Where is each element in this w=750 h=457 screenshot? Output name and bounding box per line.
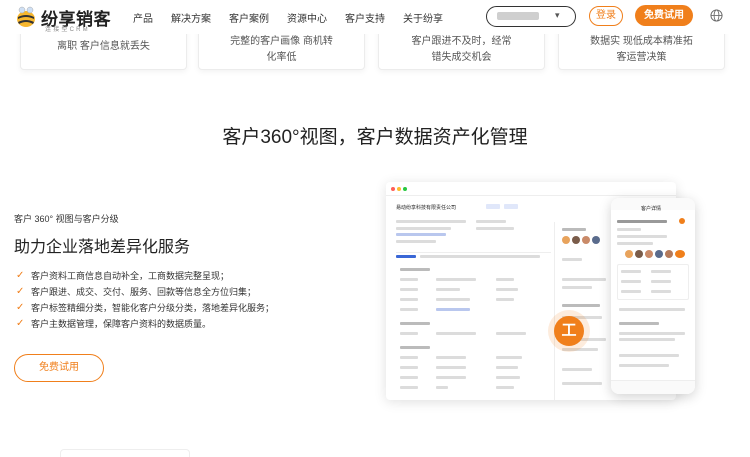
card-text: 数据实 现低成本精准拓	[590, 36, 693, 47]
card-text: 离职 客户信息就丢失	[57, 41, 150, 52]
card-text: 错失成交机会	[431, 52, 492, 63]
check-icon: ✓	[16, 270, 25, 281]
check-icon: ✓	[16, 302, 25, 313]
list-item: ✓ 客户资料工商信息自动补全，工商数据完整呈现；	[16, 268, 274, 284]
phone-title: 客户详情	[641, 206, 662, 212]
feature-heading: 助力企业落地差异化服务	[14, 239, 191, 256]
free-trial-button[interactable]: 免费试用	[635, 5, 693, 26]
top-navbar: 纷享销客 连接型CRM 产品 解决方案 客户案例 资源中心 客户支持 关于纷享 …	[0, 0, 750, 34]
feature-text: 客户主数据管理，保障客户资料的数据质量。	[31, 319, 212, 329]
section-title: 客户360°视图，客户数据资产化管理	[222, 127, 528, 148]
crm-360-illustration: 易动纷享科技有限责任公司 客户详情	[386, 182, 695, 400]
list-item: ✓ 客户主数据管理，保障客户资料的数据质量。	[16, 316, 274, 332]
logo[interactable]: 纷享销客 连接型CRM	[14, 4, 114, 33]
search-box[interactable]: ▾	[486, 6, 576, 27]
logo-subtitle: 连接型CRM	[45, 27, 90, 33]
feature-list: ✓ 客户资料工商信息自动补全，工商数据完整呈现； ✓ 客户跟进、成交、交付、服务、回…	[16, 268, 274, 332]
bee-logo-icon	[17, 6, 35, 27]
nav-item-cases[interactable]: 客户案例	[229, 10, 269, 25]
check-icon: ✓	[16, 286, 25, 297]
chevron-down-icon[interactable]: ▾	[555, 10, 560, 21]
card-text: 客户跟进不及时，经常	[411, 36, 512, 47]
crm-phone-mockup: 客户详情	[611, 198, 695, 394]
feature-text: 客户跟进、成交、交付、服务、回款等信息全方位归集；	[31, 287, 257, 297]
feature-tag: 客户 360° 视图与客户分级	[14, 214, 119, 224]
check-icon: ✓	[16, 318, 25, 329]
next-section-card	[60, 449, 190, 457]
card-text: 完整的客户画像 商机转	[230, 36, 333, 47]
mockup-company-name: 易动纷享科技有限责任公司	[396, 205, 457, 211]
nav-item-about[interactable]: 关于纷享	[403, 10, 443, 25]
feature-text: 客户标签精细分类，智能化客户分级分类，落地差异化服务；	[31, 303, 275, 313]
globe-icon[interactable]	[710, 9, 723, 22]
card-text: 客运营决策	[616, 52, 667, 63]
nav-item-resources[interactable]: 资源中心	[287, 10, 327, 25]
search-blurred-text	[497, 12, 539, 20]
main-nav: 产品 解决方案 客户案例 资源中心 客户支持 关于纷享	[133, 10, 461, 25]
list-item: ✓ 客户标签精细分类，智能化客户分级分类，落地差异化服务；	[16, 300, 274, 316]
feature-text: 客户资料工商信息自动补全，工商数据完整呈现；	[31, 271, 230, 281]
list-item: ✓ 客户跟进、成交、交付、服务、回款等信息全方位归集；	[16, 284, 274, 300]
card-text: 化率低	[266, 52, 297, 63]
nav-item-products[interactable]: 产品	[133, 10, 153, 25]
enterprise-info-icon: 工	[554, 316, 584, 346]
free-trial-cta-button[interactable]: 免费试用	[14, 354, 104, 382]
nav-item-solutions[interactable]: 解决方案	[171, 10, 211, 25]
nav-item-support[interactable]: 客户支持	[345, 10, 385, 25]
login-button[interactable]: 登录	[589, 6, 623, 26]
